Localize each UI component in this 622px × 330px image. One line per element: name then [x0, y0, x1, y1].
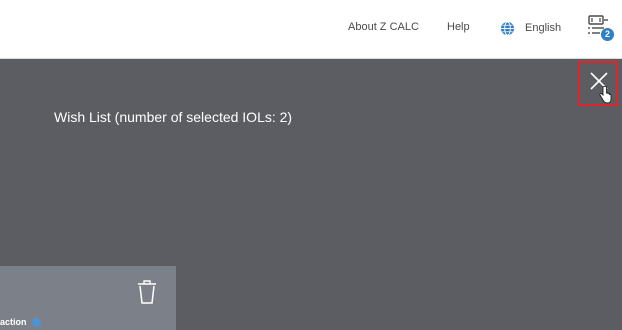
card-label: action: [0, 317, 41, 327]
overlay-title: Wish List (number of selected IOLs: 2): [54, 109, 293, 125]
globe-icon: [500, 20, 515, 36]
language-label: English: [525, 22, 562, 34]
hand-cursor-icon: [599, 86, 612, 104]
info-icon[interactable]: [31, 317, 41, 327]
top-header: About Z CALC Help English 2: [0, 0, 622, 59]
language-selector[interactable]: English: [500, 17, 561, 39]
trash-icon[interactable]: [136, 279, 158, 305]
page: About Z CALC Help English 2 Wish List (n…: [0, 0, 622, 330]
about-link[interactable]: About Z CALC: [348, 21, 419, 33]
wish-list-count-badge: 2: [601, 28, 614, 41]
close-button[interactable]: [578, 61, 618, 106]
wish-list-overlay: Wish List (number of selected IOLs: 2) a…: [0, 59, 622, 330]
card-label-text: action: [0, 317, 27, 327]
help-link[interactable]: Help: [447, 21, 470, 33]
iol-card: action: [0, 266, 176, 330]
wish-list-button[interactable]: 2: [586, 14, 616, 44]
